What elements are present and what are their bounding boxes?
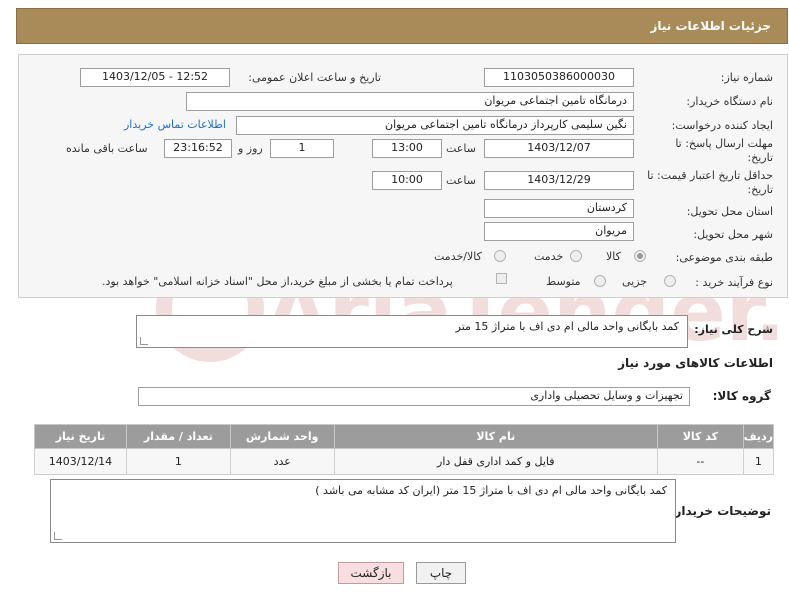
process-radio-medium[interactable] — [594, 275, 606, 287]
province-field: کردستان — [484, 199, 634, 218]
category-radio-goods-service[interactable] — [494, 250, 506, 262]
col-unit: واحد شمارش — [229, 424, 335, 449]
category-option-service: خدمت — [534, 250, 564, 263]
announce-label: تاریخ و ساعت اعلان عمومی: — [248, 71, 381, 84]
goods-info-title: اطلاعات کالاهای مورد نیاز — [618, 356, 773, 370]
validity-label: حداقل تاریخ اعتبار قیمت: تا — [647, 169, 773, 182]
validity-date-label: تاریخ: — [747, 183, 773, 196]
resize-grip-icon[interactable] — [54, 532, 62, 540]
cell-code: -- — [656, 448, 744, 475]
treasury-checkbox[interactable] — [496, 273, 507, 284]
cell-unit: عدد — [229, 448, 335, 475]
days-and-label: روز و — [238, 142, 263, 155]
buyer-org-field: درمانگاه تامین اجتماعی مریوان — [186, 92, 634, 111]
city-field: مریوان — [484, 222, 634, 241]
cell-name: فایل و کمد اداری قفل دار — [333, 448, 658, 475]
table-row: 1 -- فایل و کمد اداری قفل دار عدد 1 1403… — [34, 448, 775, 475]
description-text: کمد بایگانی واحد مالی ام دی اف با متراژ … — [455, 320, 679, 333]
need-number-label: شماره نیاز: — [720, 71, 773, 84]
process-option-minor: جزیی — [622, 275, 648, 288]
remaining-time-field: 23:16:52 — [164, 139, 232, 158]
print-button[interactable]: چاپ — [416, 562, 466, 584]
requester-field: نگین سلیمی کارپرداز درمانگاه تامین اجتما… — [236, 116, 634, 135]
announce-datetime-field: 1403/12/05 - 12:52 — [80, 68, 230, 87]
description-textarea[interactable]: کمد بایگانی واحد مالی ام دی اف با متراژ … — [136, 315, 688, 348]
remaining-label: ساعت باقی مانده — [66, 142, 148, 155]
col-name: نام کالا — [333, 424, 658, 449]
deadline-date-label: تاریخ: — [747, 151, 773, 164]
items-table: ردیف کد کالا نام کالا واحد شمارش تعداد /… — [34, 424, 775, 475]
page-title: جزئیات اطلاعات نیاز — [650, 19, 771, 33]
deadline-time-label: ساعت — [446, 142, 476, 155]
treasury-note: پرداخت تمام یا بخشی از مبلغ خرید،از محل … — [102, 275, 453, 288]
buyer-notes-text: کمد بایگانی واحد مالی ام دی اف با متراژ … — [315, 484, 667, 497]
cell-row: 1 — [742, 448, 775, 475]
resize-grip-icon[interactable] — [140, 337, 148, 345]
page-header: جزئیات اطلاعات نیاز — [16, 8, 788, 44]
validity-time-field: 10:00 — [372, 171, 442, 190]
items-table-header: ردیف کد کالا نام کالا واحد شمارش تعداد /… — [34, 424, 775, 449]
category-option-goods-service: کالا/خدمت — [434, 250, 482, 263]
days-count-field: 1 — [270, 139, 334, 158]
process-radio-minor[interactable] — [664, 275, 676, 287]
deadline-time-field: 13:00 — [372, 139, 442, 158]
process-label: نوع فرآیند خرید : — [695, 276, 773, 289]
category-radio-service[interactable] — [570, 250, 582, 262]
category-radio-goods[interactable] — [634, 250, 646, 262]
description-label: شرح کلی نیاز: — [694, 323, 773, 336]
requester-label: ایجاد کننده درخواست: — [671, 119, 773, 132]
deadline-date-field: 1403/12/07 — [484, 139, 634, 158]
col-code: کد کالا — [656, 424, 744, 449]
cell-date: 1403/12/14 — [34, 448, 127, 475]
goods-group-field: تجهیزات و وسایل تحصیلی واداری — [138, 387, 690, 406]
deadline-label: مهلت ارسال پاسخ: تا — [675, 137, 773, 150]
buyer-contact-link[interactable]: اطلاعات تماس خریدار — [124, 118, 226, 131]
province-label: استان محل تحویل: — [686, 205, 773, 218]
city-label: شهر محل تحویل: — [693, 228, 773, 241]
buyer-org-label: نام دستگاه خریدار: — [686, 95, 773, 108]
col-date: تاریخ نیاز — [34, 424, 127, 449]
col-quantity: تعداد / مقدار — [125, 424, 231, 449]
process-option-medium: متوسط — [546, 275, 581, 288]
validity-date-field: 1403/12/29 — [484, 171, 634, 190]
cell-quantity: 1 — [125, 448, 231, 475]
validity-time-label: ساعت — [446, 174, 476, 187]
col-row: ردیف — [742, 424, 775, 449]
back-button[interactable]: بازگشت — [338, 562, 404, 584]
goods-group-label: گروه کالا: — [712, 389, 771, 403]
buyer-notes-textarea[interactable]: کمد بایگانی واحد مالی ام دی اف با متراژ … — [50, 479, 676, 543]
buyer-notes-label: توضیحات خریدار: — [669, 504, 771, 518]
category-label: طبقه بندی موضوعی: — [675, 251, 773, 264]
category-option-goods: کالا — [606, 250, 621, 263]
need-number-field: 1103050386000030 — [484, 68, 634, 87]
